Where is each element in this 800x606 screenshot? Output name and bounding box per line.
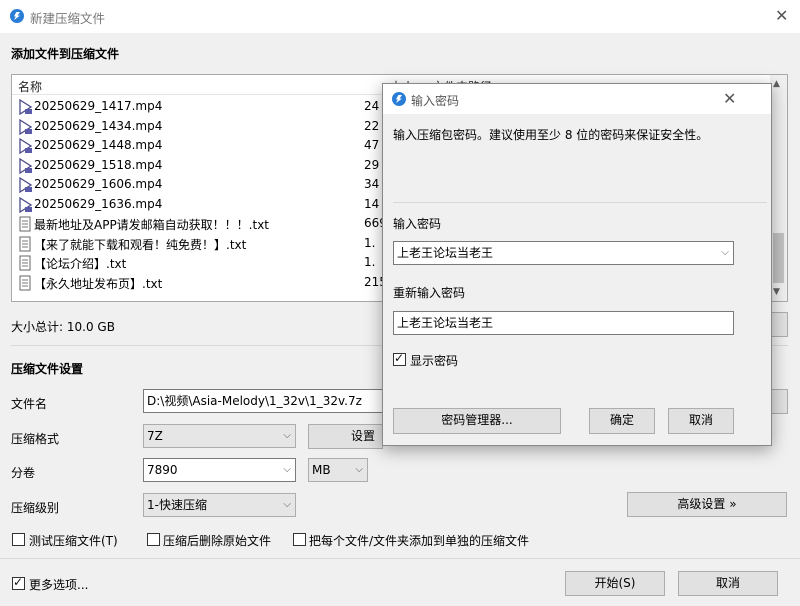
- file-name: 【来了就能下载和观看！纯免费！】.txt: [34, 237, 247, 252]
- chevron-down-icon: ⌵: [283, 499, 291, 510]
- close-icon[interactable]: ✕: [775, 8, 788, 24]
- file-name: 20250629_1417.mp4: [34, 99, 163, 113]
- file-name: 20250629_1636.mp4: [34, 196, 163, 211]
- start-button[interactable]: 开始(S): [565, 571, 665, 596]
- scroll-down-icon[interactable]: ▼: [773, 287, 780, 297]
- title-bar: 新建压缩文件 ✕: [0, 0, 800, 33]
- delete-after-checkbox[interactable]: [147, 533, 160, 546]
- column-name-header[interactable]: 名称: [18, 78, 42, 95]
- split-unit-select[interactable]: MB ⌵: [308, 458, 368, 482]
- text-file-icon: [17, 236, 33, 252]
- filename-label: 文件名: [11, 397, 48, 411]
- filename-input[interactable]: D:\视频\Asia-Melody\1_32v\1_32v.7z: [143, 389, 383, 413]
- video-file-icon: [17, 118, 33, 135]
- video-file-icon: [17, 137, 33, 155]
- password-input[interactable]: 上老王论坛当老王 ⌵: [393, 241, 734, 265]
- level-select-value: 1-快速压缩: [147, 498, 207, 512]
- password-dialog-title-bar: 输入密码 ✕: [383, 84, 771, 114]
- scroll-thumb[interactable]: [773, 233, 784, 283]
- separate-archives-label[interactable]: 把每个文件/文件夹添加到单独的压缩文件: [309, 532, 529, 549]
- password-manager-button[interactable]: 密码管理器...: [393, 408, 561, 434]
- chevron-down-icon: ⌵: [283, 430, 291, 441]
- format-select-value: 7Z: [147, 429, 163, 443]
- app-logo-icon: [392, 92, 406, 106]
- text-file-icon: [17, 275, 33, 291]
- text-file-icon: [17, 255, 33, 271]
- ok-button[interactable]: 确定: [589, 408, 655, 434]
- split-size-input[interactable]: 7890 ⌵: [143, 458, 296, 482]
- window-title: 新建压缩文件: [30, 11, 106, 26]
- format-label: 压缩格式: [11, 432, 60, 446]
- password-input-value: 上老王论坛当老王: [397, 246, 494, 260]
- password-dialog-title: 输入密码: [411, 94, 460, 108]
- more-options-checkbox[interactable]: [12, 575, 25, 590]
- split-size-value: 7890: [147, 463, 178, 477]
- test-archive-label[interactable]: 测试压缩文件(T): [29, 532, 118, 549]
- level-label: 压缩级别: [11, 501, 60, 515]
- delete-after-label[interactable]: 压缩后删除原始文件: [163, 532, 271, 549]
- file-name: 20250629_1434.mp4: [34, 118, 163, 133]
- add-files-heading: 添加文件到压缩文件: [11, 47, 120, 61]
- scroll-up-icon[interactable]: ▲: [773, 79, 780, 89]
- close-icon[interactable]: ✕: [723, 91, 736, 107]
- advanced-settings-button[interactable]: 高级设置 »: [627, 492, 787, 517]
- split-label: 分卷: [11, 466, 36, 480]
- password-description: 输入压缩包密码。建议使用至少 8 位的密码来保证安全性。: [393, 128, 709, 142]
- video-file-icon: [17, 98, 33, 116]
- chevron-down-icon[interactable]: ⌵: [721, 242, 729, 264]
- split-unit-value: MB: [312, 463, 331, 477]
- file-name: 20250629_1606.mp4: [34, 177, 163, 191]
- show-password-label[interactable]: 显示密码: [410, 352, 458, 369]
- settings-heading: 压缩文件设置: [11, 362, 84, 376]
- video-file-icon: [17, 176, 33, 194]
- app-logo-icon: [10, 9, 24, 23]
- total-size-label: 大小总计: 10.0 GB: [11, 320, 115, 334]
- text-file-icon: [17, 216, 33, 232]
- cancel-button[interactable]: 取消: [678, 571, 778, 596]
- chevron-down-icon: ⌵: [355, 464, 363, 475]
- video-file-icon: [17, 196, 33, 213]
- more-options-label[interactable]: 更多选项...: [29, 576, 88, 593]
- file-name: 【永久地址发布页】.txt: [34, 276, 163, 291]
- level-select[interactable]: 1-快速压缩 ⌵: [143, 493, 296, 517]
- format-select[interactable]: 7Z ⌵: [143, 424, 296, 448]
- divider: [393, 202, 767, 203]
- video-file-icon: [17, 157, 33, 174]
- dialog-cancel-button[interactable]: 取消: [668, 408, 734, 434]
- divider: [0, 558, 800, 559]
- show-password-checkbox[interactable]: [393, 351, 406, 366]
- file-name: 20250629_1448.mp4: [34, 138, 163, 152]
- password-label: 输入密码: [393, 217, 442, 231]
- file-list-scrollbar[interactable]: ▲ ▼: [770, 75, 787, 301]
- password-dialog: 输入密码 ✕ 输入压缩包密码。建议使用至少 8 位的密码来保证安全性。 输入密码…: [382, 83, 772, 446]
- test-archive-checkbox[interactable]: [12, 533, 25, 546]
- chevron-down-icon: ⌵: [283, 464, 291, 475]
- separate-archives-checkbox[interactable]: [293, 533, 306, 546]
- set-password-button[interactable]: 设置密: [308, 424, 383, 449]
- reenter-password-label: 重新输入密码: [393, 286, 466, 300]
- file-name: 最新地址及APP请发邮箱自动获取！！！.txt: [34, 218, 270, 232]
- file-name: 【论坛介绍】.txt: [34, 257, 127, 271]
- file-name: 20250629_1518.mp4: [34, 157, 163, 172]
- reenter-password-input[interactable]: 上老王论坛当老王: [393, 311, 734, 335]
